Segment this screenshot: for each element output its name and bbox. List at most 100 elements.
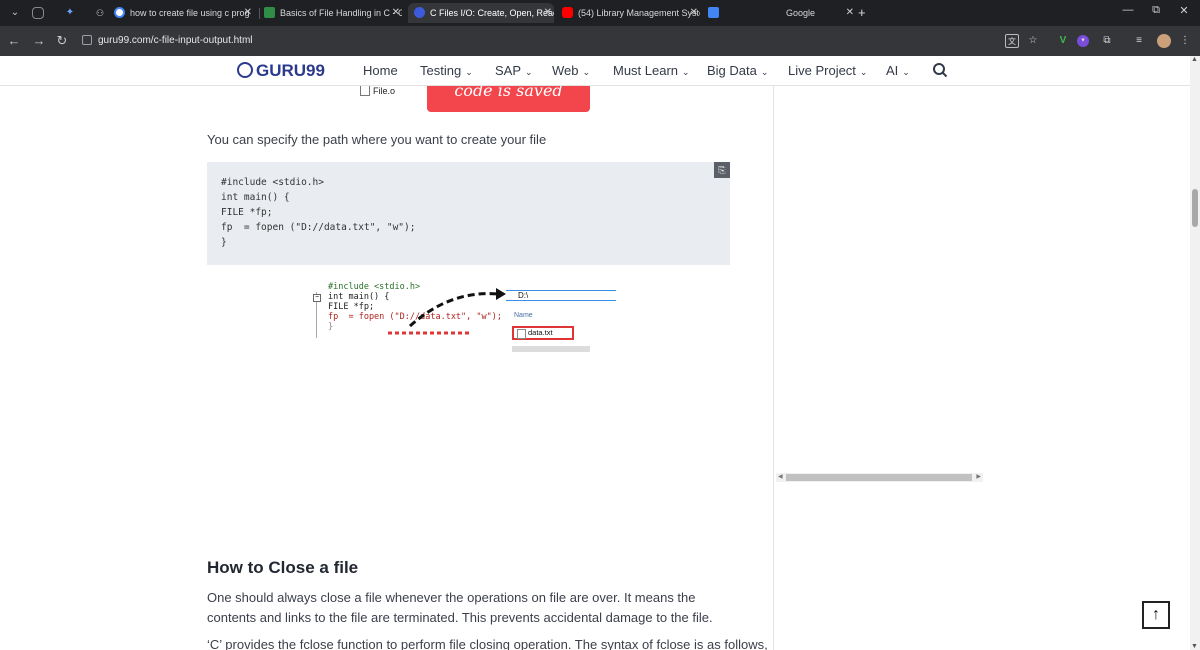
url-bar[interactable]: guru99.com/c-file-input-output.html (74, 30, 994, 52)
reload-icon[interactable]: ↻ (54, 33, 70, 49)
tab-close-icon[interactable]: ✕ (544, 3, 552, 23)
translate-icon (708, 7, 719, 18)
data-file-item: data.txt (512, 326, 574, 340)
menu-sap[interactable]: SAP ⌄ (495, 63, 533, 78)
reading-list-icon[interactable]: ≡ (1132, 34, 1146, 48)
explorer-row (512, 346, 590, 352)
forward-icon[interactable]: → (31, 33, 47, 49)
menu-must-learn[interactable]: Must Learn ⌄ (613, 63, 690, 78)
menu-label: Live Project (788, 63, 856, 78)
youtube-icon (562, 7, 573, 18)
site-header: GURU99 Home Testing ⌄ SAP ⌄ Web ⌄ Must Lear… (0, 56, 1190, 86)
guru99-icon (414, 7, 425, 18)
scroll-left-icon[interactable]: ◀ (778, 473, 783, 482)
chevron-down-icon: ⌄ (582, 67, 591, 77)
code-line: #include <stdio.h> (221, 177, 324, 188)
tab-title: how to create file using c prog (130, 8, 250, 18)
close-file-paragraph: One should always close a file whenever … (207, 590, 713, 625)
vertical-scrollbar[interactable]: ▲ ▼ (1190, 56, 1200, 650)
copy-code-icon[interactable]: ⎘ (714, 162, 730, 178)
menu-label: Testing (420, 63, 462, 78)
logo-icon (237, 62, 253, 78)
tab-title: Basics of File Handling in C - Gr (280, 8, 402, 18)
file-saved-figure: File.o code is saved (340, 86, 600, 114)
tab-close-icon[interactable]: ✕ (244, 3, 252, 23)
new-tab-button[interactable]: + (858, 3, 872, 23)
tab-google[interactable]: Google ✕ (786, 3, 856, 23)
chevron-down-icon: ⌄ (859, 67, 868, 77)
name-column-header: Name (514, 312, 533, 319)
menu-big-data[interactable]: Big Data ⌄ (707, 63, 768, 78)
browser-menu-icon[interactable]: ⋮ (1178, 34, 1192, 48)
menu-label: Web (552, 63, 579, 78)
geeksforgeeks-icon (264, 7, 275, 18)
menu-testing[interactable]: Testing ⌄ (420, 63, 473, 78)
horizontal-scrollbar[interactable]: ◀ ▶ (776, 473, 983, 482)
browser-tab-strip: ⌄ ✦ ⚇ how to create file using c prog ✕ … (0, 0, 1200, 26)
guru99-logo[interactable]: GURU99 (237, 60, 325, 82)
address-toolbar: ← → ↻ guru99.com/c-file-input-output.htm… (0, 26, 1200, 56)
tab-title: Google (786, 8, 816, 18)
section-heading: How to Close a file (207, 558, 359, 577)
tab-1[interactable]: Basics of File Handling in C - Gr ✕ (264, 3, 402, 23)
explorer-address-bar: D:\ (506, 290, 616, 301)
back-icon[interactable]: ← (6, 33, 22, 49)
horizontal-scroll-thumb[interactable] (786, 474, 972, 481)
code-line: FILE *fp; (221, 207, 273, 218)
tab-close-icon[interactable]: ✕ (690, 3, 698, 23)
tab-4[interactable] (708, 3, 728, 23)
extension-icon[interactable]: ▾ (1077, 35, 1089, 47)
menu-label: Big Data (707, 63, 757, 78)
tab-close-icon[interactable]: ✕ (392, 3, 400, 23)
close-window-button[interactable]: ✕ (1174, 4, 1194, 17)
sidebar-divider (773, 86, 774, 650)
chevron-down-icon: ⌄ (525, 67, 533, 77)
workspace-icon[interactable] (32, 7, 44, 19)
tab-title: (54) Library Management Syste (578, 8, 700, 18)
extensions-puzzle-icon[interactable]: ⧉ (1100, 34, 1114, 48)
minimize-button[interactable]: — (1118, 4, 1138, 16)
chevron-down-icon: ⌄ (682, 67, 690, 77)
menu-label: Home (363, 63, 398, 78)
tab-0[interactable]: how to create file using c prog ✕ (114, 3, 254, 23)
maximize-button[interactable]: ⧉ (1146, 4, 1166, 17)
scroll-down-icon[interactable]: ▼ (1191, 643, 1198, 650)
vertical-scroll-thumb[interactable] (1192, 189, 1198, 227)
google-icon (114, 7, 125, 18)
tab-search-icon[interactable]: ⌄ (7, 5, 23, 21)
logo-text: GURU99 (256, 61, 325, 80)
menu-home[interactable]: Home (363, 63, 398, 78)
vue-devtools-icon[interactable]: V (1056, 34, 1070, 48)
profile-icon[interactable]: ⚇ (92, 5, 108, 21)
menu-label: AI (886, 63, 899, 78)
search-icon[interactable] (932, 62, 948, 78)
intro-paragraph: You can specify the path where you want … (207, 132, 547, 147)
menu-ai[interactable]: AI ⌄ (886, 63, 910, 78)
file-label: File.o (360, 86, 395, 96)
chevron-down-icon: ⌄ (902, 67, 910, 77)
gemini-icon[interactable]: ✦ (62, 5, 78, 21)
saved-banner: code is saved (427, 86, 590, 112)
tab-close-icon[interactable]: ✕ (846, 3, 854, 23)
avatar[interactable] (1157, 34, 1171, 48)
translate-page-icon[interactable]: 文 (1005, 34, 1019, 48)
back-to-top-button[interactable]: ↑ (1142, 601, 1170, 629)
bookmark-star-icon[interactable]: ☆ (1026, 34, 1040, 48)
article-content: File.o code is saved You can specify the… (0, 86, 1190, 650)
menu-live-project[interactable]: Live Project ⌄ (788, 63, 867, 78)
menu-label: Must Learn (613, 63, 679, 78)
menu-web[interactable]: Web ⌄ (552, 63, 590, 78)
tab-2-active[interactable]: C Files I/O: Create, Open, Read, ✕ (408, 3, 554, 23)
chevron-down-icon: ⌄ (760, 67, 769, 77)
site-info-icon[interactable] (82, 35, 92, 45)
code-line: } (221, 237, 227, 248)
path-illustration: − #include <stdio.h> int main() { FILE *… (310, 282, 620, 357)
code-block: ⎘ #include <stdio.h> int main() { FILE *… (207, 162, 730, 265)
code-line: int main() { (221, 192, 290, 203)
fclose-paragraph: ‘C’ provides the fclose function to perf… (207, 637, 768, 650)
tab-title: C Files I/O: Create, Open, Read, (430, 8, 554, 18)
scroll-up-icon[interactable]: ▲ (1191, 56, 1198, 63)
menu-label: SAP (495, 63, 522, 78)
tab-3[interactable]: (54) Library Management Syste ✕ (562, 3, 700, 23)
scroll-right-icon[interactable]: ▶ (976, 473, 981, 482)
